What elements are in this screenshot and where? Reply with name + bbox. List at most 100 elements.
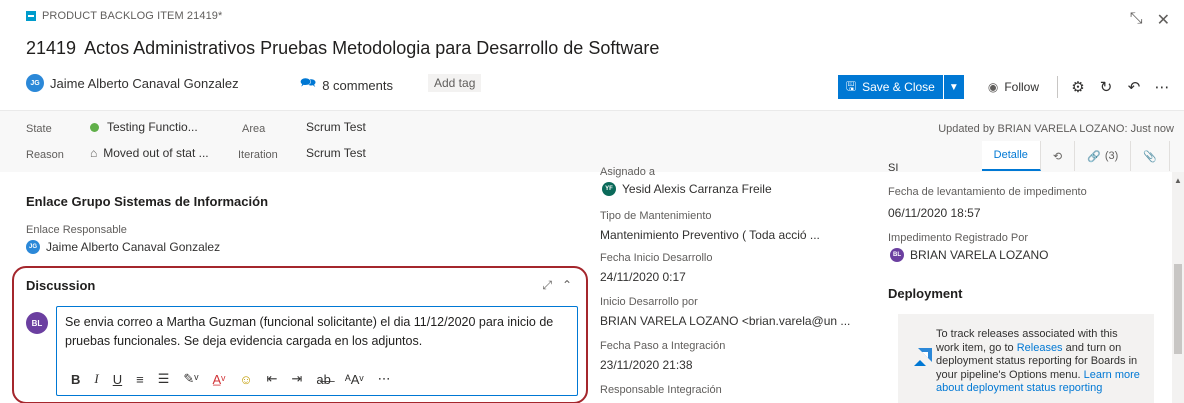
close-icon[interactable]: ✕	[1157, 10, 1170, 30]
tab-attachments[interactable]: 📎	[1131, 141, 1170, 171]
chevron-up-icon[interactable]: ⌃	[562, 278, 572, 293]
tab-history[interactable]: ⟲	[1041, 141, 1076, 171]
asignado-name: Yesid Alexis Carranza Freile	[622, 182, 772, 196]
fecha-impedimento-field[interactable]: 06/11/2020 18:57	[888, 206, 981, 220]
tab-links[interactable]: 🔗 (3)	[1075, 141, 1132, 171]
state-dropdown[interactable]: Testing Functio...	[90, 120, 198, 134]
fecha-paso-field[interactable]: 23/11/2020 21:38	[600, 358, 693, 372]
reason-label: Reason	[26, 149, 64, 161]
comments-link[interactable]: 🗪 8 comments	[300, 74, 393, 96]
reason-value: Moved out of stat ...	[103, 146, 209, 160]
work-item-type: PRODUCT BACKLOG ITEM 21419*	[26, 10, 222, 22]
bold-icon[interactable]: B	[71, 372, 80, 387]
strikethrough-icon[interactable]: a̶b̶	[316, 372, 330, 387]
assigned-name: Jaime Alberto Canaval Gonzalez	[50, 75, 239, 91]
bullet-list-icon[interactable]: ≡	[136, 372, 144, 387]
top-field-value[interactable]: SI	[888, 162, 898, 174]
underline-icon[interactable]: U	[113, 372, 122, 387]
right-column: SI Fecha de levantamiento de impedimento…	[888, 162, 1170, 403]
follow-label: Follow	[1004, 80, 1039, 94]
iteration-dropdown[interactable]: Scrum Test	[306, 146, 366, 160]
backlog-item-icon	[26, 11, 36, 21]
rocket-icon	[914, 348, 932, 366]
vertical-scrollbar[interactable]: ▲	[1172, 172, 1184, 403]
reason-dropdown[interactable]: ⌂ Moved out of stat ...	[90, 146, 209, 160]
fecha-inicio-label: Fecha Inicio Desarrollo	[600, 252, 713, 264]
avatar: BL	[26, 312, 48, 334]
state-label: State	[26, 123, 52, 135]
italic-icon[interactable]: I	[94, 371, 98, 387]
add-tag-button[interactable]: Add tag	[428, 74, 482, 92]
minimize-icon[interactable]: ⤡	[1130, 10, 1143, 30]
fecha-inicio-field[interactable]: 24/11/2020 0:17	[600, 270, 686, 284]
save-close-button[interactable]: 🖫 Save & Close	[837, 75, 943, 99]
avatar: BL	[890, 248, 904, 262]
link-icon: 🔗	[1087, 150, 1101, 163]
responsable-label: Enlace Responsable	[26, 224, 127, 236]
asignado-label: Asignado a	[600, 166, 656, 178]
work-item-title-row: 21419 Actos Administrativos Pruebas Meto…	[26, 38, 659, 59]
scrollbar-thumb[interactable]	[1174, 264, 1182, 354]
impedimento-por-field[interactable]: BL BRIAN VARELA LOZANO	[890, 248, 1049, 262]
inicio-por-label: Inicio Desarrollo por	[600, 296, 698, 308]
highlight-icon[interactable]: ✎ᵛ	[183, 371, 198, 387]
fecha-paso-label: Fecha Paso a Integración	[600, 340, 726, 352]
responsable-integracion-label: Responsable Integración	[600, 384, 722, 396]
gear-icon[interactable]: ⚙	[1070, 78, 1086, 96]
emoji-icon[interactable]: ☺	[239, 372, 252, 387]
expand-icon[interactable]: ⤢	[542, 278, 552, 293]
responsable-field[interactable]: JG Jaime Alberto Canaval Gonzalez	[26, 240, 220, 254]
area-label: Area	[242, 123, 266, 135]
history-icon: ⟲	[1052, 150, 1063, 163]
avatar: JG	[26, 240, 40, 254]
links-count: (3)	[1104, 150, 1119, 162]
comment-text[interactable]: Se envia correo a Martha Guzman (funcion…	[65, 313, 573, 351]
comment-editor[interactable]: Se envia correo a Martha Guzman (funcion…	[56, 306, 578, 396]
releases-link[interactable]: Releases	[1017, 342, 1063, 354]
scroll-up-icon[interactable]: ▲	[1174, 176, 1182, 185]
refresh-icon[interactable]: ↻	[1098, 78, 1114, 96]
middle-column: Asignado a YF Yesid Alexis Carranza Frei…	[600, 166, 880, 403]
state-value: Testing Functio...	[107, 120, 198, 134]
more-icon[interactable]: ⋯	[1154, 78, 1170, 96]
save-dropdown-button[interactable]: ▼	[943, 75, 964, 99]
tab-strip: Detalle ⟲ 🔗 (3) 📎	[981, 141, 1170, 171]
impedimento-por-label: Impedimento Registrado Por	[888, 232, 1029, 244]
iteration-label: Iteration	[238, 149, 278, 161]
indent-icon[interactable]: ⇥	[292, 371, 303, 387]
work-item-title[interactable]: Actos Administrativos Pruebas Metodologi…	[84, 38, 659, 59]
follow-button[interactable]: ◉ Follow	[978, 75, 1049, 99]
tipo-field[interactable]: Mantenimiento Preventivo ( Toda acció ..…	[600, 228, 820, 242]
updated-by-text: Updated by BRIAN VARELA LOZANO: Just now	[938, 123, 1174, 135]
numbered-list-icon[interactable]: ☰	[158, 371, 170, 387]
window-controls: ⤡ ✕	[1130, 10, 1170, 30]
fecha-impedimento-label: Fecha de levantamiento de impedimento	[888, 186, 1087, 198]
tab-detalle[interactable]: Detalle	[981, 141, 1041, 171]
format-toolbar: B I U ≡ ☰ ✎ᵛ A̲ᵛ ☺ ⇤ ⇥ a̶b̶ ᴬAᵛ ⋯	[71, 371, 391, 387]
discussion-section: Discussion ⤢ ⌃ BL Se envia correo a Mart…	[12, 266, 588, 403]
undo-icon[interactable]: ↶	[1126, 78, 1142, 96]
toolbar-divider	[1057, 76, 1058, 98]
area-dropdown[interactable]: Scrum Test	[306, 120, 366, 134]
work-item-id: 21419	[26, 38, 77, 58]
font-color-icon[interactable]: A̲ᵛ	[212, 372, 225, 387]
state-fields-band: State Testing Functio... Area Scrum Test…	[0, 110, 1184, 172]
assigned-to[interactable]: JG Jaime Alberto Canaval Gonzalez	[26, 74, 239, 92]
comment-icon: 🗪	[300, 75, 317, 90]
impedimento-por-name: BRIAN VARELA LOZANO	[910, 248, 1049, 262]
asignado-field[interactable]: YF Yesid Alexis Carranza Freile	[602, 182, 772, 196]
comments-label: 8 comments	[322, 77, 393, 93]
left-column: Enlace Grupo Sistemas de Información Enl…	[0, 172, 590, 403]
inicio-por-field[interactable]: BRIAN VARELA LOZANO <brian.varela@un ...	[600, 314, 850, 328]
deployment-title: Deployment	[888, 286, 963, 301]
attachment-icon: 📎	[1143, 150, 1157, 163]
font-size-icon[interactable]: ᴬAᵛ	[345, 372, 364, 387]
more-icon[interactable]: ⋯	[378, 371, 391, 387]
work-item-header: PRODUCT BACKLOG ITEM 21419* ⤡ ✕ 21419 Ac…	[0, 0, 1184, 110]
state-color-dot	[90, 122, 99, 132]
responsable-name: Jaime Alberto Canaval Gonzalez	[46, 240, 221, 254]
avatar: YF	[602, 182, 616, 196]
discussion-title: Discussion	[26, 278, 96, 293]
section-title: Enlace Grupo Sistemas de Información	[26, 194, 269, 209]
outdent-icon[interactable]: ⇤	[267, 371, 278, 387]
